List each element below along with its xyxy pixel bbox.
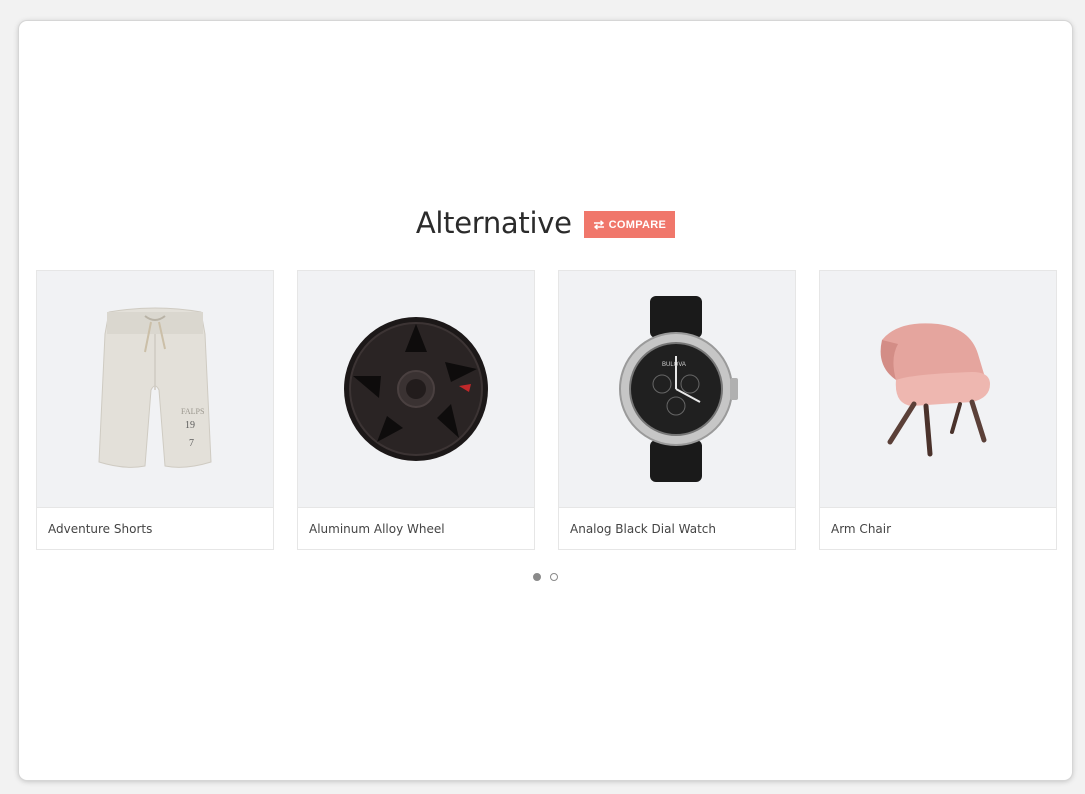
svg-text:BULOVA: BULOVA xyxy=(662,362,686,368)
wheel-image xyxy=(344,317,488,461)
svg-text:7: 7 xyxy=(189,438,194,449)
carousel-dot[interactable] xyxy=(550,573,558,581)
section-title: Alternative xyxy=(415,206,572,240)
product-image[interactable]: FALPS 19 7 xyxy=(37,271,273,508)
product-image[interactable] xyxy=(298,271,534,508)
watch-image: BULOVA xyxy=(619,296,738,482)
section-header: Alternative COMPARE xyxy=(19,209,1072,238)
product-carousel: FALPS 19 7 Adventure Shorts Aluminum All… xyxy=(36,270,1057,550)
product-card[interactable]: Arm Chair xyxy=(819,270,1057,550)
svg-text:19: 19 xyxy=(185,420,195,431)
product-name[interactable]: Arm Chair xyxy=(820,508,1056,550)
product-name[interactable]: Adventure Shorts xyxy=(37,508,273,550)
product-image[interactable]: BULOVA xyxy=(559,271,795,508)
svg-text:FALPS: FALPS xyxy=(181,407,204,416)
product-image[interactable] xyxy=(820,271,1056,508)
product-card[interactable]: BULOVA Analog Black Dial Watch xyxy=(558,270,796,550)
product-card[interactable]: Aluminum Alloy Wheel xyxy=(297,270,535,550)
chair-image xyxy=(880,323,990,457)
page-frame: Alternative COMPARE FALPS 19 7 Adventure… xyxy=(19,21,1072,780)
carousel-pagination xyxy=(19,573,1072,581)
compare-button[interactable]: COMPARE xyxy=(583,211,676,238)
product-name[interactable]: Analog Black Dial Watch xyxy=(559,508,795,550)
compare-label: COMPARE xyxy=(608,218,667,231)
swap-arrows-icon xyxy=(593,219,604,230)
carousel-dot[interactable] xyxy=(533,573,541,581)
product-name[interactable]: Aluminum Alloy Wheel xyxy=(298,508,534,550)
product-card[interactable]: FALPS 19 7 Adventure Shorts xyxy=(36,270,274,550)
shorts-image: FALPS 19 7 xyxy=(98,307,212,468)
